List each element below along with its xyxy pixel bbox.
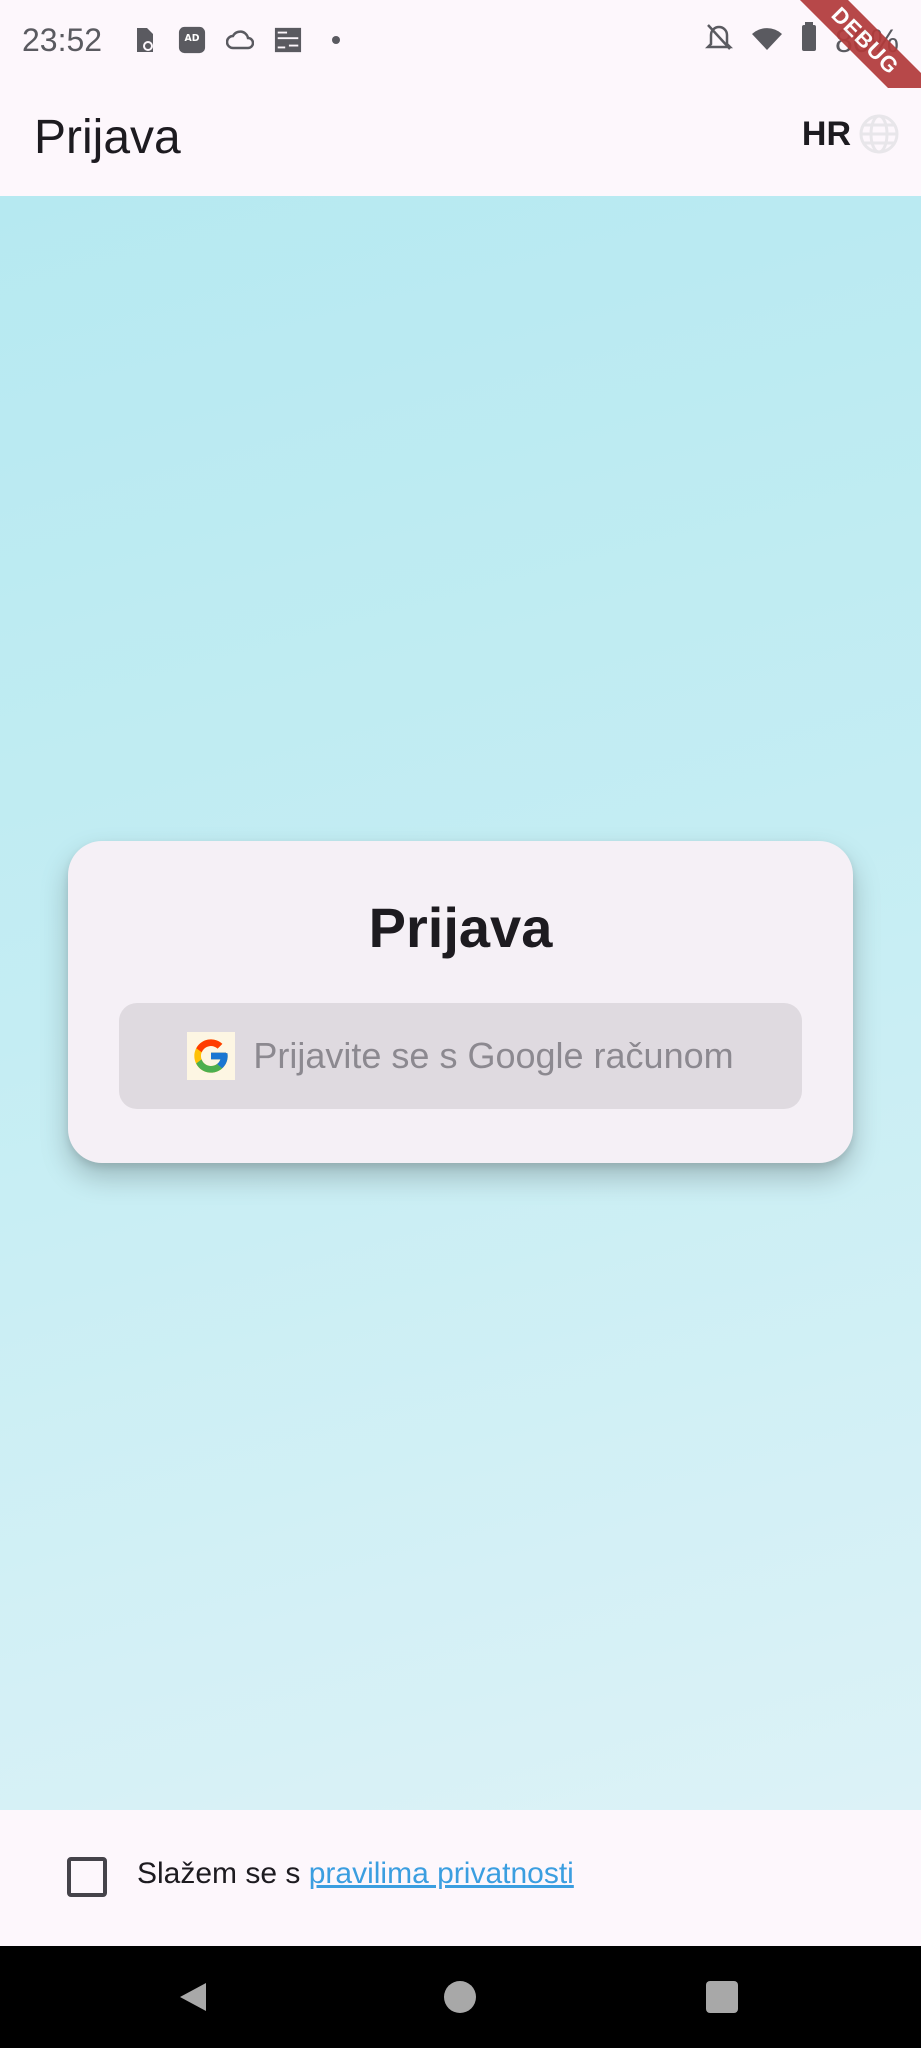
language-code: HR <box>801 114 851 153</box>
battery-icon <box>801 22 817 60</box>
status-left-icons: AD <box>130 26 350 54</box>
wifi-icon <box>751 23 783 60</box>
card-title: Prijava <box>368 896 553 959</box>
home-icon[interactable] <box>444 1981 476 2013</box>
recents-icon[interactable] <box>706 1981 738 2013</box>
status-bar: 23:52 AD 80% DEBUG <box>0 0 921 124</box>
consent-label: Slažem se s <box>137 1857 309 1890</box>
silent-bell-icon <box>704 22 733 60</box>
google-sign-in-button[interactable]: Prijavite se s Google računom <box>119 1003 802 1109</box>
svg-text:AD: AD <box>185 33 200 44</box>
dot-icon <box>322 26 350 54</box>
battery-saver-icon <box>130 26 158 54</box>
app-bar: Prijava HR <box>0 88 921 196</box>
consent-bar: Slažem se s pravilima privatnosti <box>0 1810 921 1946</box>
cloud-icon <box>226 26 254 54</box>
photo-icon <box>274 26 302 54</box>
privacy-consent-checkbox[interactable] <box>67 1857 107 1897</box>
main-content: Prijava Prijavite se s Google računom <box>0 196 921 1810</box>
google-button-label: Prijavite se s Google računom <box>253 1035 734 1076</box>
status-time: 23:52 <box>22 22 103 58</box>
language-switch-button[interactable]: HR <box>802 112 901 156</box>
login-card: Prijava Prijavite se s Google računom <box>68 841 853 1163</box>
consent-text: Slažem se s pravilima privatnosti <box>137 1857 574 1891</box>
page-title: Prijava <box>34 111 181 164</box>
back-icon[interactable] <box>176 1980 210 2014</box>
globe-icon <box>859 114 899 154</box>
system-nav-bar <box>0 1946 921 2048</box>
ad-blocker-icon: AD <box>178 26 206 54</box>
google-logo-icon <box>187 1032 236 1080</box>
privacy-policy-link[interactable]: pravilima privatnosti <box>309 1857 574 1890</box>
